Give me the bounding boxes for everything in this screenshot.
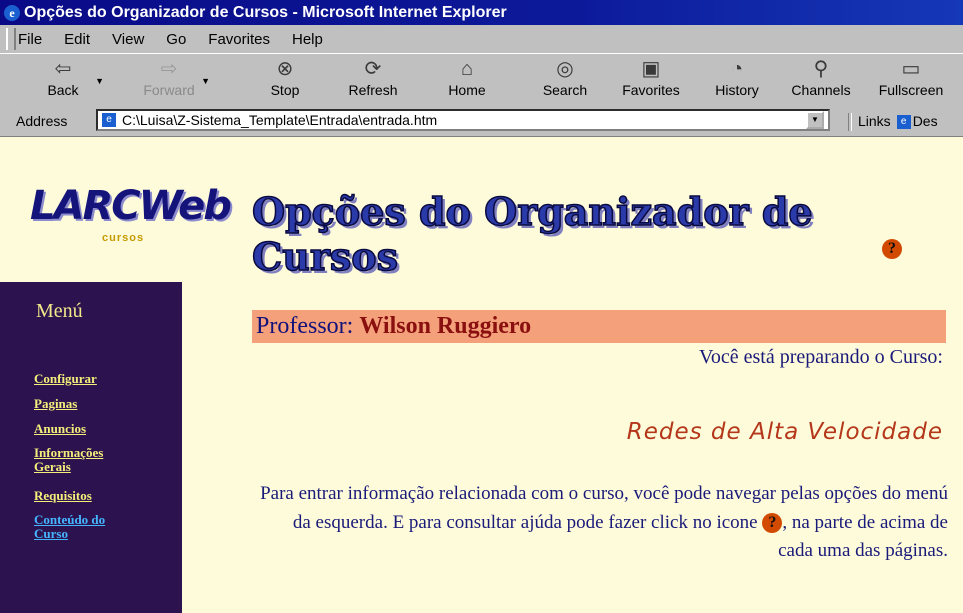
larcweb-logo: LARCWeb xyxy=(30,183,232,229)
favorites-icon: ▣ xyxy=(641,58,661,80)
logo-subtext: cursos xyxy=(102,232,145,244)
favorites-button[interactable]: ▣ Favorites xyxy=(616,58,686,102)
sidebar-menu: Menú Configurar Paginas Anuncios Informa… xyxy=(0,282,182,613)
preparing-text: Você está preparando o Curso: xyxy=(698,346,943,368)
menu-link-requisitos[interactable]: Requisitos xyxy=(34,489,92,503)
menu-title: Menú xyxy=(36,300,83,322)
stop-button[interactable]: ⊗ Stop xyxy=(250,58,320,102)
back-dropdown-icon[interactable]: ▼ xyxy=(95,76,104,86)
links-label[interactable]: Links xyxy=(858,113,891,129)
instructions-text: Para entrar informação relacionada com o… xyxy=(258,480,948,566)
home-label: Home xyxy=(448,82,486,98)
menu-edit[interactable]: Edit xyxy=(60,31,94,48)
refresh-icon: ⟳ xyxy=(364,58,382,80)
menubar-grip[interactable] xyxy=(6,28,16,50)
forward-label: Forward xyxy=(143,82,195,98)
search-button[interactable]: ◎ Search xyxy=(530,58,600,102)
inline-help-icon[interactable]: ? xyxy=(762,513,783,534)
fullscreen-icon: ▭ xyxy=(901,58,921,80)
page-heading: Opções do Organizador de Cursos xyxy=(251,188,813,280)
menu-bar: File Edit View Go Favorites Help xyxy=(0,25,963,53)
menu-help[interactable]: Help xyxy=(288,31,327,48)
professor-name: Wilson Ruggiero xyxy=(359,313,532,339)
address-bar: Address e C:\Luisa\Z-Sistema_Template\En… xyxy=(0,106,963,137)
address-input[interactable]: e C:\Luisa\Z-Sistema_Template\Entrada\en… xyxy=(96,109,830,131)
history-icon: ◔ xyxy=(730,58,744,80)
menu-link-anuncios[interactable]: Anuncios xyxy=(34,422,86,436)
menu-link-informacoes-gerais[interactable]: Informações Gerais xyxy=(34,446,134,474)
forward-arrow-icon: ⇨ xyxy=(160,58,178,80)
refresh-label: Refresh xyxy=(348,82,398,98)
home-button[interactable]: ⌂ Home xyxy=(432,58,502,102)
course-name: Redes de Alta Velocidade xyxy=(626,419,943,445)
links-item[interactable]: Des xyxy=(913,113,938,129)
home-icon: ⌂ xyxy=(460,58,474,80)
professor-bar: Professor: Wilson Ruggiero xyxy=(252,310,946,343)
stop-icon: ⊗ xyxy=(276,58,294,80)
links-separator xyxy=(848,113,852,132)
address-value: C:\Luisa\Z-Sistema_Template\Entrada\entr… xyxy=(122,112,438,128)
fullscreen-label: Fullscreen xyxy=(878,82,944,98)
fullscreen-button[interactable]: ▭ Fullscreen xyxy=(876,58,946,102)
history-label: History xyxy=(715,82,759,98)
menu-view[interactable]: View xyxy=(108,31,148,48)
back-button[interactable]: ⇦ Back ▼ xyxy=(28,58,104,102)
address-label: Address xyxy=(16,113,68,129)
channels-button[interactable]: ⚲ Channels xyxy=(786,58,856,102)
search-label: Search xyxy=(542,82,588,98)
back-arrow-icon: ⇦ xyxy=(54,58,72,80)
toolbar: ⇦ Back ▼ ⇨ Forward ▼ ⊗ Stop ⟳ Refresh ⌂ … xyxy=(0,53,963,107)
menu-link-configurar[interactable]: Configurar xyxy=(34,372,97,386)
stop-label: Stop xyxy=(270,82,300,98)
links-toolbar[interactable]: Links e Des xyxy=(848,113,938,132)
search-icon: ◎ xyxy=(556,58,574,80)
forward-button[interactable]: ⇨ Forward ▼ xyxy=(134,58,210,102)
instruction-part2: , na parte de acima de cada uma das pági… xyxy=(778,511,948,562)
link-page-icon: e xyxy=(896,115,911,130)
professor-label: Professor: xyxy=(256,313,354,339)
favorites-label: Favorites xyxy=(622,82,680,98)
menu-file[interactable]: File xyxy=(14,31,46,48)
back-label: Back xyxy=(47,82,79,98)
window-title: Opções do Organizador de Cursos - Micros… xyxy=(24,3,507,21)
menu-favorites[interactable]: Favorites xyxy=(204,31,274,48)
page-content: LARCWeb cursos Opções do Organizador de … xyxy=(0,137,963,613)
menu-go[interactable]: Go xyxy=(162,31,190,48)
ie-icon[interactable]: e xyxy=(4,4,20,21)
history-button[interactable]: ◔ History xyxy=(702,58,772,102)
help-icon[interactable]: ? xyxy=(882,239,902,259)
forward-dropdown-icon[interactable]: ▼ xyxy=(201,76,210,86)
menu-link-conteudo-do-curso[interactable]: Conteúdo do Curso xyxy=(34,513,134,541)
refresh-button[interactable]: ⟳ Refresh xyxy=(338,58,408,102)
channels-icon: ⚲ xyxy=(813,58,829,80)
channels-label: Channels xyxy=(791,82,851,98)
page-icon: e xyxy=(102,113,116,127)
window-title-bar[interactable]: e Opções do Organizador de Cursos - Micr… xyxy=(0,0,963,25)
menu-link-paginas[interactable]: Paginas xyxy=(34,397,77,411)
address-dropdown-icon[interactable]: ▼ xyxy=(806,111,824,129)
